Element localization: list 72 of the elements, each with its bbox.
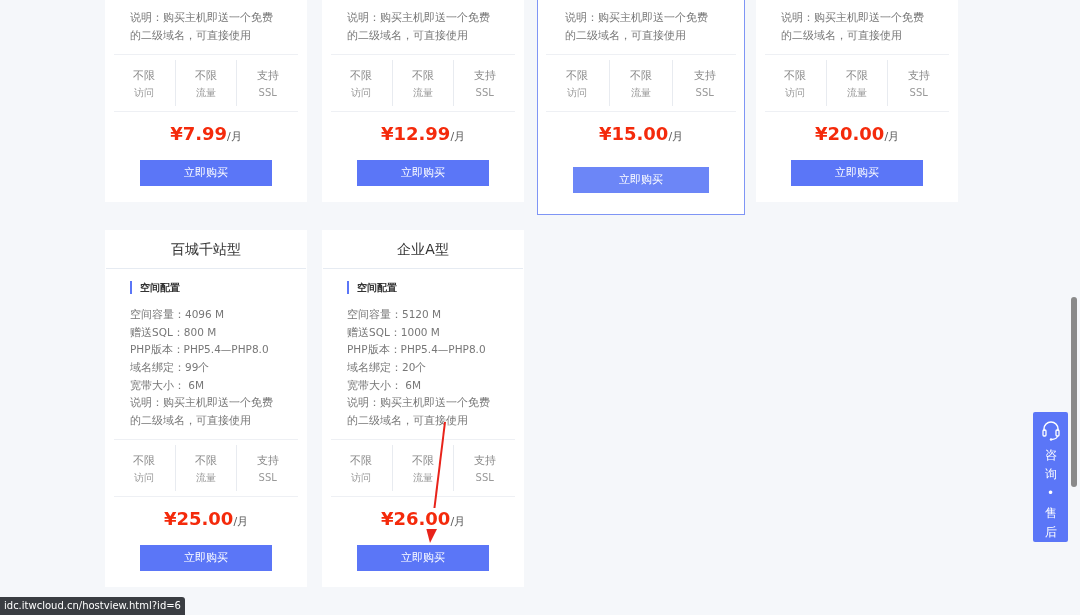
stat-value: 支持	[472, 68, 497, 85]
buy-button[interactable]: 立即购买	[357, 160, 489, 187]
stat-value: 支持	[472, 453, 497, 470]
price-unit: /月	[668, 130, 684, 144]
stat-label: 流量	[412, 471, 434, 486]
spec-line: 域名绑定：99个	[130, 359, 211, 375]
stat-label: 流量	[195, 471, 217, 486]
consult-widget[interactable]: 咨询•售后	[1033, 412, 1068, 542]
stat-value: 支持	[255, 68, 280, 85]
stat-label: 访问	[350, 86, 373, 101]
stat-label: SSL	[908, 86, 929, 101]
stat-value: 不限	[194, 68, 218, 85]
stat-label: SSL	[257, 86, 278, 101]
stat-value: 不限	[565, 68, 590, 85]
status-url: idc.itwcloud.cn/hostview.html?id=6	[0, 597, 185, 615]
stat-label: 访问	[566, 86, 589, 101]
spec-line: PHP版本：PHP5.4—PHP8.0	[130, 342, 270, 358]
price: ¥26.00	[380, 508, 451, 530]
price-unit: /月	[450, 130, 466, 144]
stat-value: 不限	[132, 68, 157, 85]
plan-note: 说明：购买主机即送一个免费的二级域名，可直接使用	[130, 395, 274, 428]
price-unit: /月	[884, 130, 900, 144]
consult-label: 咨询•售后	[1044, 447, 1057, 541]
stat-value: 不限	[349, 68, 374, 85]
spec-line: PHP版本：PHP5.4—PHP8.0	[347, 342, 487, 358]
buy-button[interactable]: 立即购买	[140, 545, 272, 572]
buy-button[interactable]: 立即购买	[140, 160, 272, 187]
price-unit: /月	[450, 515, 466, 529]
spec-line: 空间容量：5120 M	[347, 307, 443, 323]
stat-value: 支持	[692, 68, 717, 85]
price-unit: /月	[233, 515, 249, 529]
section-heading: 空间配置	[347, 281, 499, 295]
plan-note: 说明：购买主机即送一个免费的二级域名，可直接使用	[347, 395, 491, 428]
stat-label: 流量	[846, 86, 868, 101]
stat-label: 访问	[350, 471, 373, 486]
stat-label: 流量	[630, 86, 652, 101]
stat-value: 不限	[411, 68, 435, 85]
stat-value: 支持	[906, 68, 931, 85]
stat-value: 不限	[349, 453, 374, 470]
plan-title: 百城千站型	[106, 231, 306, 270]
spec-line: 宽带大小： 6M	[130, 377, 206, 393]
stat-label: 访问	[133, 471, 156, 486]
buy-button[interactable]: 立即购买	[357, 545, 489, 572]
section-heading: 空间配置	[130, 281, 282, 295]
plan-title: 企业A型	[323, 231, 523, 270]
stat-value: 不限	[411, 453, 435, 470]
stat-label: 流量	[412, 86, 434, 101]
spec-line: 宽带大小： 6M	[347, 377, 423, 393]
stat-value: 不限	[132, 453, 157, 470]
stat-value: 不限	[194, 453, 218, 470]
stat-value: 不限	[629, 68, 653, 85]
stat-value: 支持	[255, 453, 280, 470]
stat-value: 不限	[845, 68, 869, 85]
stat-label: 流量	[195, 86, 217, 101]
stat-label: SSL	[257, 471, 278, 486]
plan-note: 说明：购买主机即送一个免费的二级域名，可直接使用	[347, 10, 491, 43]
plan-note: 说明：购买主机即送一个免费的二级域名，可直接使用	[130, 10, 274, 43]
stat-label: SSL	[694, 86, 715, 101]
stat-value: 不限	[783, 68, 808, 85]
buy-button[interactable]: 立即购买	[791, 160, 923, 187]
plan-note: 说明：购买主机即送一个免费的二级域名，可直接使用	[565, 10, 709, 43]
spec-line: 空间容量：4096 M	[130, 307, 226, 323]
stat-label: SSL	[474, 86, 495, 101]
stat-label: SSL	[474, 471, 495, 486]
spec-line: 赠送SQL：800 M	[130, 324, 218, 340]
plan-note: 说明：购买主机即送一个免费的二级域名，可直接使用	[781, 10, 925, 43]
stat-label: 访问	[133, 86, 156, 101]
price-unit: /月	[227, 130, 242, 144]
spec-line: 赠送SQL：1000 M	[347, 324, 441, 340]
stat-label: 访问	[784, 86, 807, 101]
buy-button[interactable]: 立即购买	[573, 167, 709, 194]
spec-line: 域名绑定：20个	[347, 359, 428, 375]
